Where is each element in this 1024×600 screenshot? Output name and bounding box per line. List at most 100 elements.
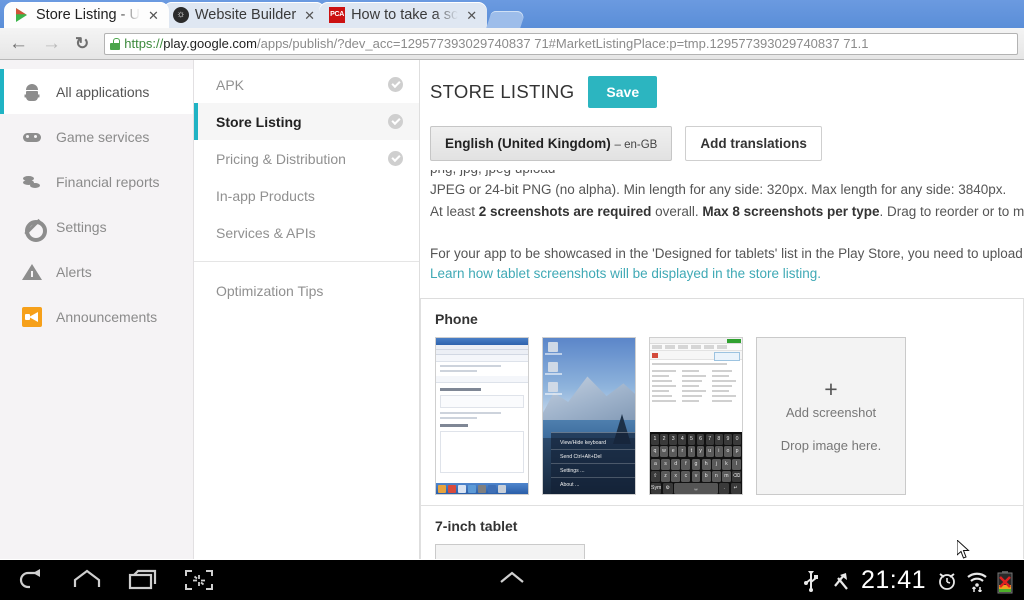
screenshot-thumbnail-1[interactable] <box>435 337 529 495</box>
shift-key[interactable]: ⇧ <box>651 470 660 482</box>
key[interactable]: e <box>669 446 678 458</box>
drop-image-label: Drop image here. <box>780 438 882 453</box>
sidebar-item-settings[interactable]: Settings <box>0 204 193 249</box>
key[interactable]: 1 <box>651 434 659 445</box>
screenshot-thumbnail-2[interactable]: View/Hide keyboard Send Ctrl+Alt+Del Set… <box>542 337 636 495</box>
tab-how-to-take-a-screenshot[interactable]: PCA How to take a sc ✕ <box>319 2 488 28</box>
tablet-screenshots-help-link[interactable]: Learn how tablet screenshots will be dis… <box>430 266 821 281</box>
status-icons: 21:41 <box>801 560 1016 600</box>
close-icon[interactable]: ✕ <box>146 8 161 23</box>
space-key[interactable]: ␣ <box>674 483 718 494</box>
key[interactable]: 6 <box>696 434 705 445</box>
key[interactable]: w <box>660 446 668 458</box>
nav-item-store-listing[interactable]: Store Listing <box>194 103 419 140</box>
tab-title: Store Listing - U <box>36 7 140 23</box>
sym-key[interactable]: Sym <box>651 483 662 494</box>
address-bar[interactable]: https://play.google.com/apps/publish/?de… <box>104 32 1018 55</box>
url-text: https://play.google.com/apps/publish/?de… <box>124 36 869 51</box>
key[interactable]: m <box>722 470 731 482</box>
add-translations-button[interactable]: Add translations <box>685 126 822 161</box>
sidebar-item-game-services[interactable]: Game services <box>0 114 193 159</box>
coins-icon <box>22 172 42 192</box>
close-icon[interactable]: ✕ <box>302 8 317 23</box>
new-tab-button[interactable] <box>486 11 526 28</box>
key[interactable]: z <box>661 470 670 482</box>
key[interactable]: 8 <box>714 434 723 445</box>
close-icon[interactable]: ✕ <box>464 8 479 23</box>
tablet-help-block: For your app to be showcased in the 'Des… <box>430 244 1024 284</box>
data-transfer-icon <box>831 570 851 590</box>
nav-item-services-apis[interactable]: Services & APIs <box>194 214 419 251</box>
key[interactable]: q <box>651 446 659 458</box>
menu-item-settings[interactable]: Settings ... <box>551 464 635 478</box>
sidebar-item-alerts[interactable]: Alerts <box>0 249 193 294</box>
key[interactable]: r <box>678 446 687 458</box>
recents-button[interactable] <box>126 567 160 593</box>
android-robot-icon <box>22 82 42 102</box>
key[interactable]: x <box>671 470 681 482</box>
key[interactable]: k <box>722 458 731 470</box>
check-circle-icon <box>388 114 403 129</box>
key[interactable]: i <box>714 446 723 458</box>
nav-item-pricing-distribution[interactable]: Pricing & Distribution <box>194 140 419 177</box>
key[interactable]: y <box>696 446 705 458</box>
sidebar-item-announcements[interactable]: Announcements <box>0 294 193 339</box>
add-screenshot-label: Add screenshot <box>785 405 877 420</box>
onscreen-keyboard[interactable]: 1 2 3 4 5 6 7 8 9 0 q w e r t y u i o p … <box>650 432 742 494</box>
add-screenshot-dropzone[interactable]: + Add screenshot Drop image here. <box>756 337 906 495</box>
key[interactable]: s <box>661 458 670 470</box>
nav-item-in-app-products[interactable]: In-app Products <box>194 177 419 214</box>
key[interactable]: j <box>711 458 721 470</box>
key[interactable]: h <box>701 458 711 470</box>
key[interactable]: f <box>681 458 691 470</box>
key[interactable]: t <box>687 446 696 458</box>
forward-arrow-icon[interactable]: → <box>39 34 64 53</box>
enter-key[interactable]: ↵ <box>730 483 742 494</box>
comma-key[interactable]: . <box>719 483 730 494</box>
key[interactable]: b <box>701 470 711 482</box>
backspace-key[interactable]: ⌫ <box>732 470 741 482</box>
sidebar-item-financial-reports[interactable]: Financial reports <box>0 159 193 204</box>
reload-icon[interactable]: ↻ <box>72 35 92 52</box>
tab-store-listing[interactable]: Store Listing - U ✕ <box>4 2 169 28</box>
menu-item-view-hide-keyboard[interactable]: View/Hide keyboard <box>551 436 635 450</box>
add-screenshot-dropzone-tablet[interactable] <box>435 544 585 559</box>
key[interactable]: n <box>711 470 721 482</box>
key[interactable]: c <box>681 470 691 482</box>
help-line-2: At least 2 screenshots are required over… <box>430 204 1024 219</box>
key[interactable]: p <box>733 446 741 458</box>
key[interactable]: u <box>705 446 714 458</box>
nav-divider <box>194 261 419 262</box>
key[interactable]: o <box>724 446 732 458</box>
key[interactable]: 0 <box>733 434 741 445</box>
help-line-1: JPEG or 24-bit PNG (no alpha). Min lengt… <box>430 182 1007 197</box>
key[interactable]: 9 <box>724 434 732 445</box>
menu-item-about[interactable]: About ... <box>551 478 635 492</box>
key[interactable]: d <box>671 458 681 470</box>
screenshot-button[interactable] <box>182 567 216 593</box>
key[interactable]: 2 <box>660 434 668 445</box>
back-button[interactable] <box>14 567 48 593</box>
key[interactable]: 4 <box>678 434 687 445</box>
back-arrow-icon[interactable]: ← <box>6 34 31 53</box>
screenshot-thumbnail-3[interactable]: 1 2 3 4 5 6 7 8 9 0 q w e r t y u i o p … <box>649 337 743 495</box>
key[interactable]: 5 <box>687 434 696 445</box>
key[interactable]: v <box>691 470 701 482</box>
save-button[interactable]: Save <box>588 76 658 108</box>
nav-item-optimization-tips[interactable]: Optimization Tips <box>194 272 419 309</box>
key[interactable]: l <box>732 458 741 470</box>
gear-icon[interactable]: ⚙ <box>662 483 674 494</box>
context-menu[interactable]: View/Hide keyboard Send Ctrl+Alt+Del Set… <box>551 432 635 494</box>
expand-handle[interactable] <box>496 568 528 593</box>
language-selector-button[interactable]: English (United Kingdom) – en-GB <box>430 126 673 161</box>
tab-website-builder[interactable]: ☼ Website Builder ✕ <box>162 2 326 28</box>
clipped-text-above: png, jpg, jpeg upload <box>430 170 1024 178</box>
key[interactable]: a <box>651 458 660 470</box>
nav-item-apk[interactable]: APK <box>194 66 419 103</box>
key[interactable]: 3 <box>669 434 678 445</box>
key[interactable]: 7 <box>705 434 714 445</box>
home-button[interactable] <box>70 567 104 593</box>
menu-item-send-ctrl-alt-del[interactable]: Send Ctrl+Alt+Del <box>551 450 635 464</box>
key[interactable]: g <box>691 458 701 470</box>
sidebar-item-all-applications[interactable]: All applications <box>0 69 193 114</box>
